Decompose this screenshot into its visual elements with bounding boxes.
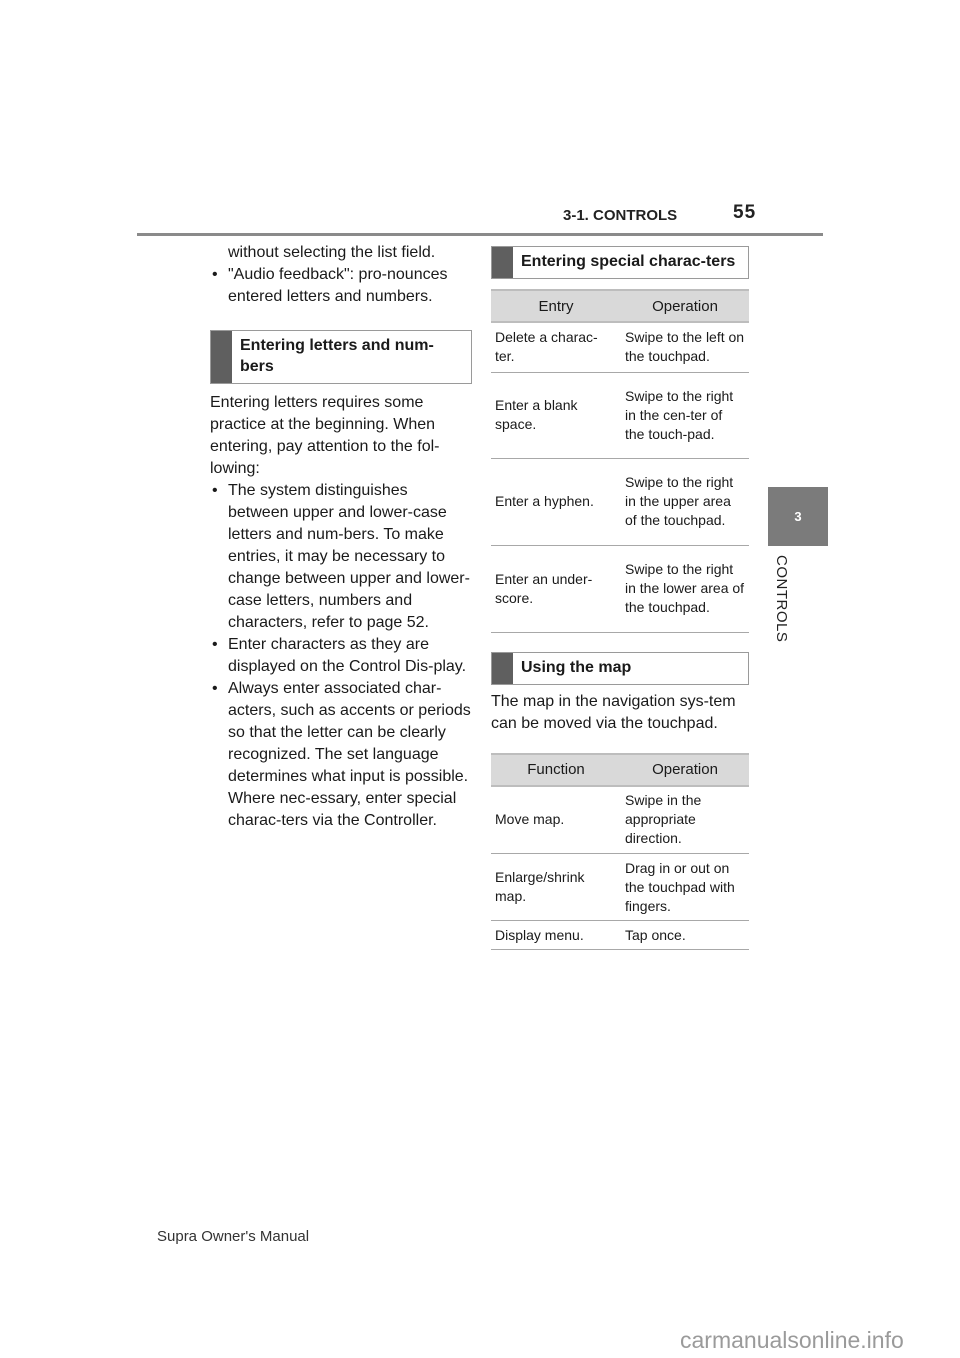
table-row: Enter a blank space. Swipe to the right … — [491, 372, 749, 459]
bullet-audio-feedback: "Audio feedback": pro-nounces entered le… — [210, 264, 472, 308]
section-header: 3-1. CONTROLS — [563, 207, 678, 224]
entry-cell: Enter an under-score. — [491, 545, 621, 633]
chapter-number: 3 — [794, 509, 802, 524]
header-rule — [137, 233, 823, 236]
table-row: Move map. Swipe in the appropriate direc… — [491, 785, 749, 854]
table-row: Display menu. Tap once. — [491, 920, 749, 950]
heading-bar — [492, 652, 513, 684]
column-header: Operation — [621, 752, 749, 787]
section-title: Using the map — [521, 658, 632, 676]
bullet-item: Always enter associated char-acters, suc… — [210, 678, 472, 832]
chapter-tab-label: CONTROLS — [766, 555, 790, 655]
operation-cell: Swipe to the left on the touchpad. — [621, 322, 749, 373]
entry-cell: Enter a blank space. — [491, 372, 621, 459]
intro-paragraph: Entering letters requires some practice … — [210, 394, 440, 477]
operation-cell: Drag in or out on the touchpad with fing… — [621, 853, 749, 921]
bullet-item: Enter characters as they are displayed o… — [210, 634, 472, 678]
heading-bar — [492, 247, 513, 278]
section-title: Entering special charac-ters — [521, 253, 736, 270]
operation-cell: Swipe to the right in the cen-ter of the… — [621, 372, 749, 459]
operation-cell: Swipe in the appropriate direction. — [621, 785, 749, 854]
section-title: Entering letters and num-bers — [240, 337, 434, 375]
continuation-text: without selecting the list field. — [228, 244, 436, 261]
entry-cell: Delete a charac-ter. — [491, 322, 621, 373]
section-heading-letters: Entering letters and num-bers — [210, 330, 472, 384]
operation-cell: Tap once. — [621, 920, 749, 950]
operation-cell: Swipe to the right in the lower area of … — [621, 545, 749, 633]
section-heading-map: Using the map — [491, 651, 749, 685]
map-table: Function Operation Move map. Swipe in th… — [491, 752, 749, 950]
map-intro: The map in the navigation sys-tem can be… — [491, 692, 736, 732]
operation-cell: Swipe to the right in the upper area of … — [621, 458, 749, 546]
function-cell: Display menu. — [491, 920, 621, 950]
right-column: Entering special charac-ters Entry Opera… — [491, 246, 749, 950]
bullet-item: The system distinguishes between upper a… — [210, 480, 472, 634]
heading-bar — [211, 331, 232, 383]
column-header: Entry — [491, 289, 621, 323]
column-header: Operation — [621, 289, 749, 323]
function-cell: Enlarge/shrink map. — [491, 853, 621, 921]
table-row: Enter an under-score. Swipe to the right… — [491, 545, 749, 633]
function-cell: Move map. — [491, 785, 621, 854]
special-chars-table: Entry Operation Delete a charac-ter. Swi… — [491, 289, 749, 633]
table-row: Delete a charac-ter. Swipe to the left o… — [491, 322, 749, 373]
left-column: without selecting the list field. "Audio… — [210, 242, 472, 832]
page-number: 55 — [733, 202, 757, 223]
chapter-tab: 3 — [768, 487, 828, 546]
section-heading-special-chars: Entering special charac-ters — [491, 246, 749, 279]
table-row: Enlarge/shrink map. Drag in or out on th… — [491, 853, 749, 921]
column-header: Function — [491, 752, 621, 787]
watermark: carmanualsonline.info — [680, 1327, 904, 1353]
chapter-label: CONTROLS — [773, 555, 790, 643]
entry-cell: Enter a hyphen. — [491, 458, 621, 546]
manual-name: Supra Owner's Manual — [157, 1228, 310, 1245]
table-row: Enter a hyphen. Swipe to the right in th… — [491, 458, 749, 546]
